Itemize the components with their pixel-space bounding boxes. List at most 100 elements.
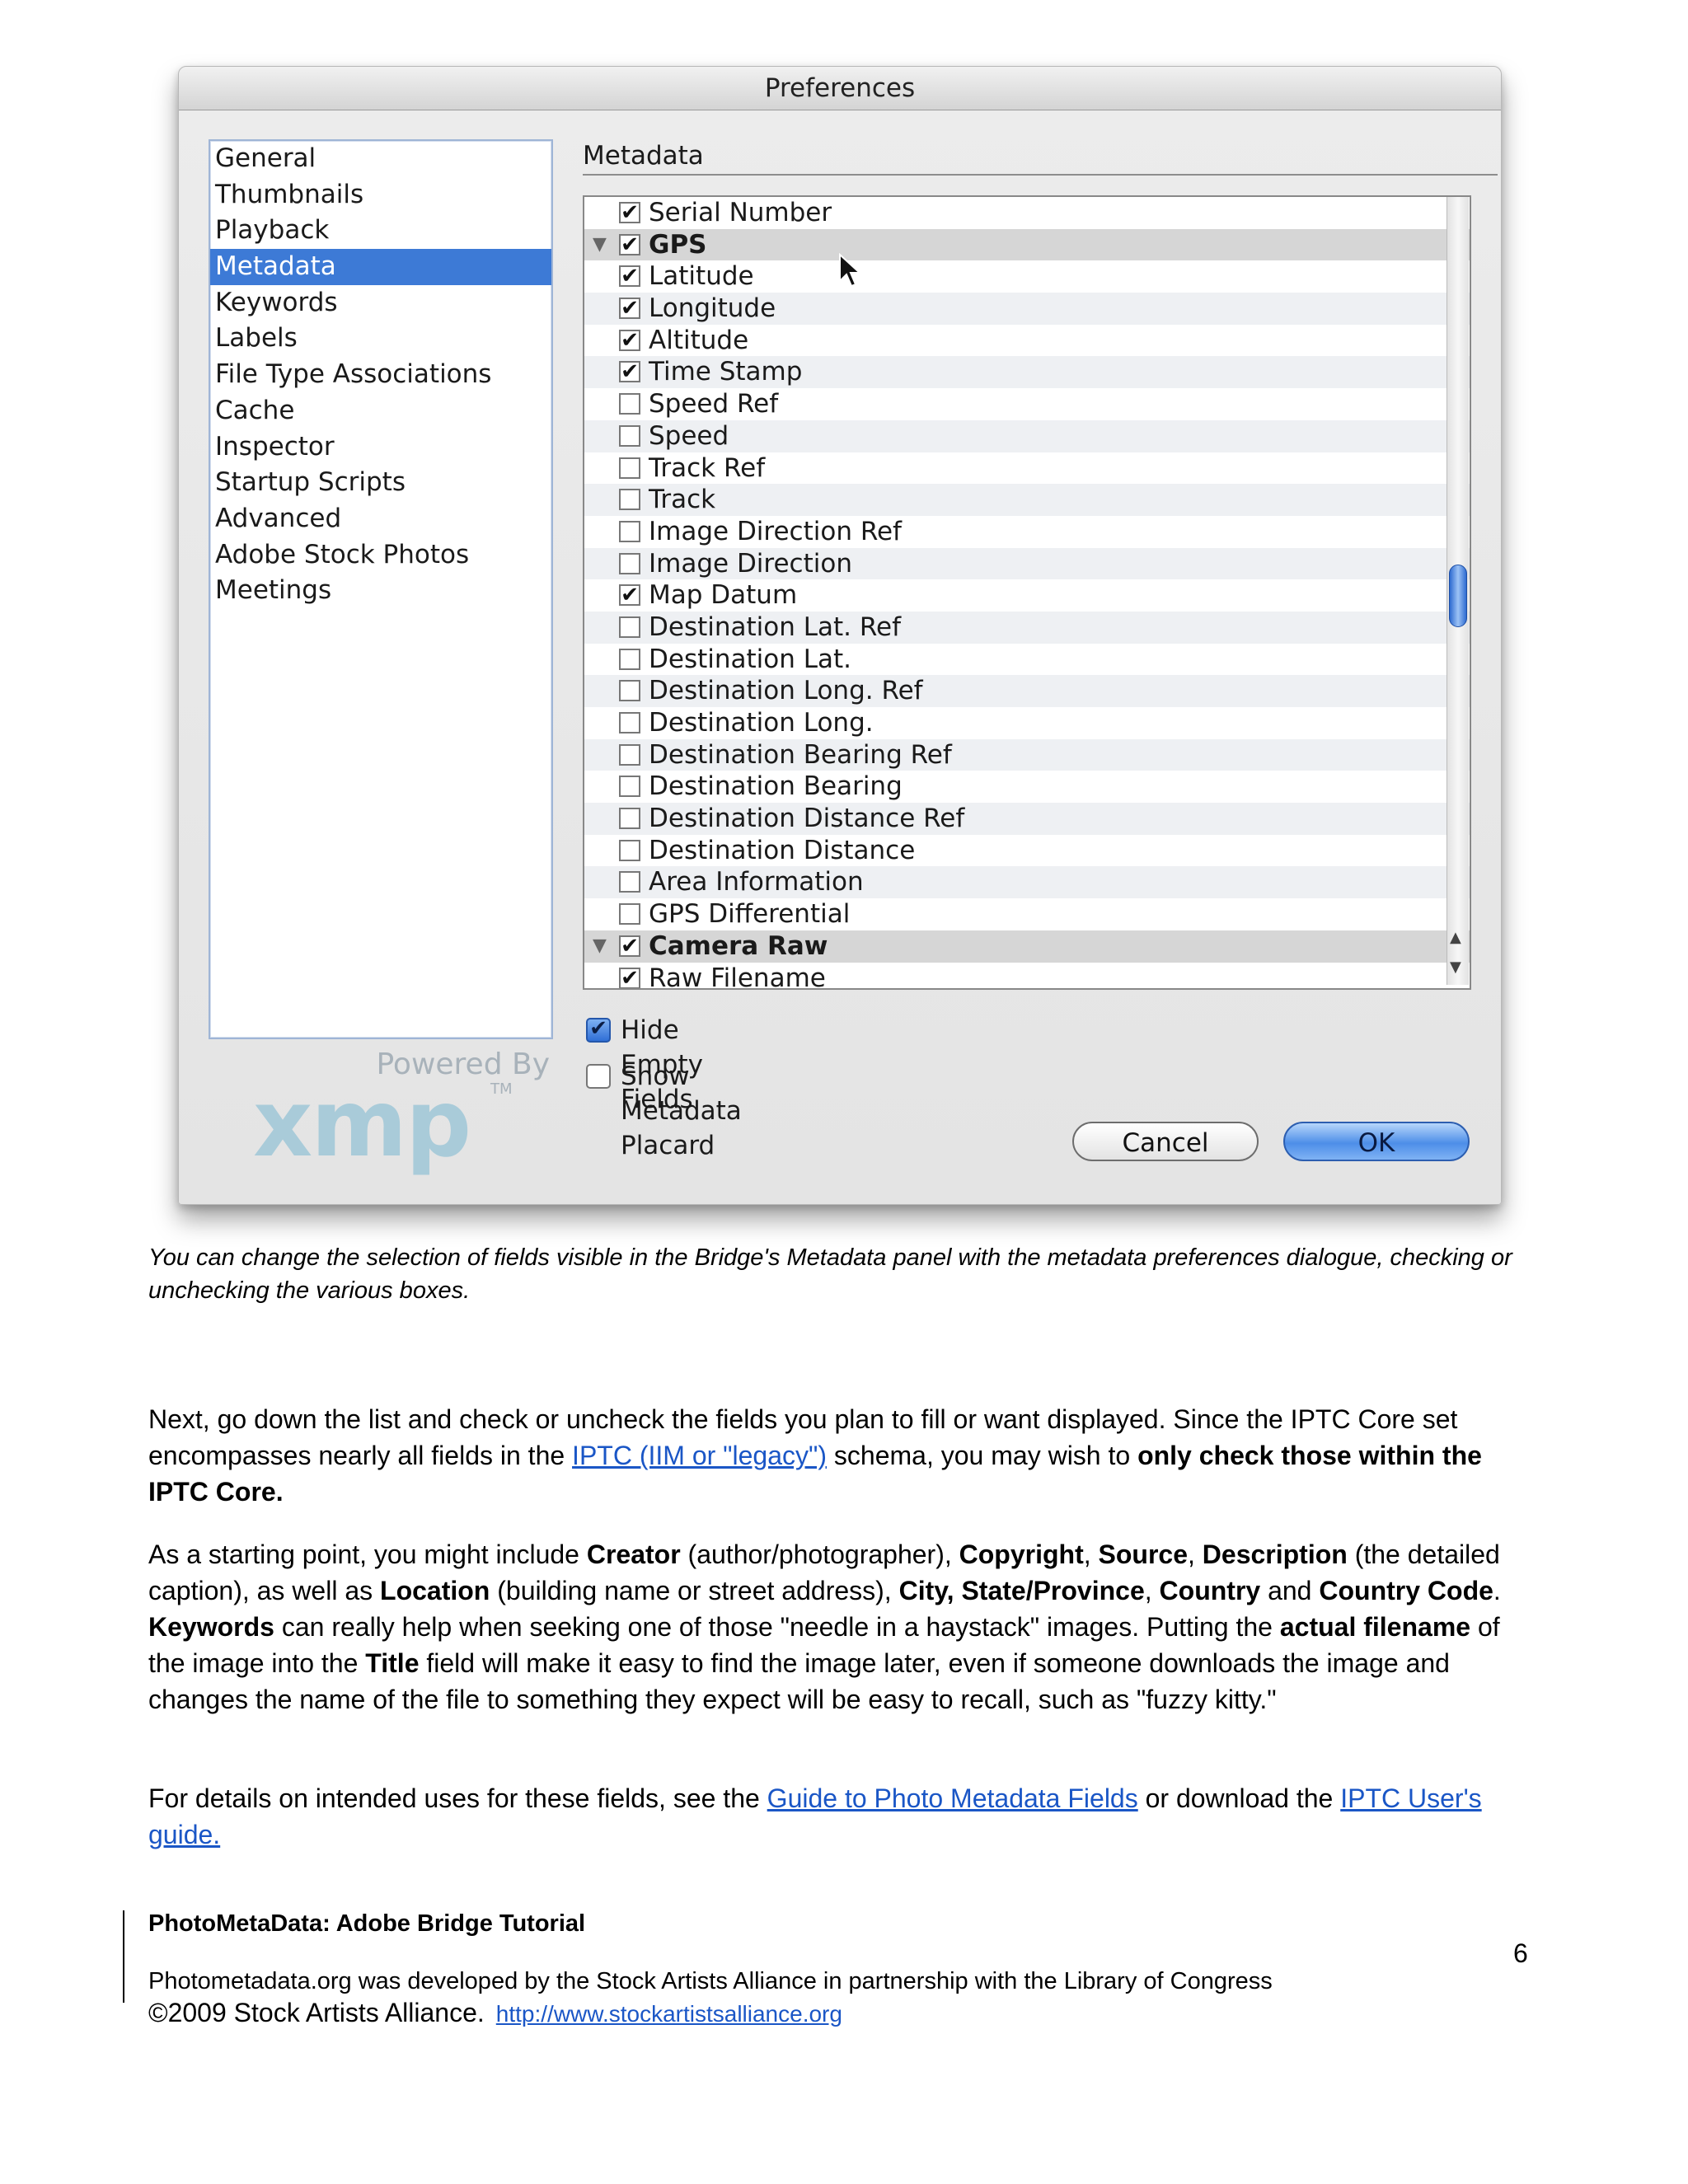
category-list[interactable]: General Thumbnails Playback Metadata Key…	[209, 139, 553, 1039]
hide-empty-fields-checkbox[interactable]: ✔	[586, 1018, 611, 1043]
metadata-field-list[interactable]: ✔ Serial Number ▼ ✔ GPS ✔ Latitude ✔ Longitude ✔ A…	[583, 195, 1471, 990]
field-row[interactable]: ✔ Serial Number	[584, 197, 1470, 229]
show-metadata-placard-checkbox[interactable]	[586, 1064, 611, 1089]
field-checkbox[interactable]	[619, 776, 640, 798]
field-row[interactable]: ✔ Map Datum	[584, 579, 1470, 612]
field-checkbox[interactable]	[619, 424, 640, 447]
bold-actual-filename: actual filename	[1279, 1612, 1471, 1642]
field-checkbox[interactable]: ✔	[619, 298, 640, 320]
field-row[interactable]: Destination Long. Ref	[584, 675, 1470, 707]
field-checkbox[interactable]: ✔	[619, 967, 640, 988]
field-row[interactable]: Destination Bearing Ref	[584, 738, 1470, 771]
field-row[interactable]: Destination Distance Ref	[584, 803, 1470, 835]
scroll-up-arrow-icon[interactable]: ▲	[1450, 929, 1461, 946]
text: or download the	[1137, 1783, 1341, 1813]
field-checkbox[interactable]	[619, 808, 640, 830]
field-row[interactable]: ✔ Altitude	[584, 325, 1470, 357]
category-item-inspector[interactable]: Inspector	[210, 429, 551, 466]
field-label: Destination Lat. Ref	[649, 612, 902, 642]
field-checkbox[interactable]	[619, 743, 640, 766]
scrollbar-thumb[interactable]	[1449, 565, 1467, 627]
field-checkbox[interactable]	[619, 616, 640, 638]
text: .	[1493, 1576, 1501, 1605]
guide-to-photo-metadata-fields-link[interactable]: Guide to Photo Metadata Fields	[767, 1783, 1138, 1813]
page-number: 6	[1513, 1938, 1528, 1968]
bold-city-state: City, State/Province	[898, 1576, 1145, 1605]
field-checkbox[interactable]	[619, 648, 640, 670]
text: ,	[1144, 1576, 1160, 1605]
category-item-startup-scripts[interactable]: Startup Scripts	[210, 465, 551, 501]
cancel-button[interactable]: Cancel	[1072, 1122, 1259, 1161]
field-label: Image Direction Ref	[649, 516, 902, 546]
category-item-metadata[interactable]: Metadata	[210, 249, 551, 285]
field-row[interactable]: Track	[584, 484, 1470, 516]
field-group-row[interactable]: ▼ ✔ GPS	[584, 228, 1470, 261]
field-checkbox[interactable]: ✔	[619, 584, 640, 607]
category-item-meetings[interactable]: Meetings	[210, 573, 551, 609]
field-row[interactable]: ✔ Raw Filename	[584, 963, 1470, 990]
disclosure-triangle-icon[interactable]: ▼	[593, 930, 612, 963]
field-checkbox[interactable]: ✔	[619, 265, 640, 288]
category-item-general[interactable]: General	[210, 141, 551, 177]
bold-creator: Creator	[586, 1540, 681, 1569]
category-item-file-type-associations[interactable]: File Type Associations	[210, 357, 551, 393]
ok-button[interactable]: OK	[1283, 1122, 1470, 1161]
field-label: Raw Filename	[649, 963, 826, 990]
field-checkbox[interactable]	[619, 712, 640, 733]
field-label: Serial Number	[649, 198, 832, 227]
field-row[interactable]: GPS Differential	[584, 898, 1470, 930]
heading-divider	[583, 174, 1498, 176]
field-checkbox[interactable]	[619, 871, 640, 893]
field-row[interactable]: Speed	[584, 419, 1470, 452]
category-item-keywords[interactable]: Keywords	[210, 285, 551, 321]
field-row[interactable]: Destination Long.	[584, 707, 1470, 739]
disclosure-triangle-icon[interactable]: ▼	[593, 229, 612, 261]
field-checkbox[interactable]: ✔	[619, 935, 640, 957]
field-checkbox[interactable]	[619, 393, 640, 415]
field-row[interactable]: ✔ Time Stamp	[584, 356, 1470, 389]
field-row[interactable]: ✔ Latitude	[584, 260, 1470, 293]
category-item-labels[interactable]: Labels	[210, 321, 551, 357]
xmp-wordmark: xmp	[253, 1071, 471, 1178]
category-item-playback[interactable]: Playback	[210, 213, 551, 249]
field-checkbox[interactable]	[619, 489, 640, 511]
field-checkbox[interactable]: ✔	[619, 329, 640, 351]
text: ,	[1188, 1540, 1203, 1569]
field-row[interactable]: Destination Lat.	[584, 644, 1470, 676]
category-item-cache[interactable]: Cache	[210, 393, 551, 429]
field-row[interactable]: Image Direction	[584, 547, 1470, 580]
category-item-thumbnails[interactable]: Thumbnails	[210, 177, 551, 213]
field-checkbox[interactable]	[619, 457, 640, 479]
field-label: GPS	[649, 229, 707, 260]
field-checkbox[interactable]: ✔	[619, 202, 640, 223]
field-row[interactable]: Destination Bearing	[584, 771, 1470, 803]
field-checkbox[interactable]: ✔	[619, 233, 640, 255]
field-row[interactable]: Speed Ref	[584, 388, 1470, 420]
field-label: GPS Differential	[649, 899, 851, 930]
show-metadata-placard-label: Show Metadata Placard	[621, 1062, 742, 1160]
field-label: Area Information	[649, 867, 864, 898]
field-checkbox[interactable]	[619, 839, 640, 861]
field-row[interactable]: Area Information	[584, 866, 1470, 899]
field-checkbox[interactable]	[619, 903, 640, 926]
category-item-advanced[interactable]: Advanced	[210, 501, 551, 537]
field-row[interactable]: Track Ref	[584, 452, 1470, 485]
field-row[interactable]: Destination Lat. Ref	[584, 611, 1470, 644]
scroll-down-arrow-icon[interactable]: ▼	[1450, 958, 1461, 976]
field-checkbox[interactable]	[619, 552, 640, 574]
stock-artists-alliance-link[interactable]: http://www.stockartistsalliance.org	[496, 2001, 842, 2027]
field-row[interactable]: Image Direction Ref	[584, 516, 1470, 548]
field-list-scrollbar[interactable]: ▲ ▼	[1447, 197, 1469, 985]
field-checkbox[interactable]	[619, 680, 640, 702]
iptc-legacy-link[interactable]: IPTC (IIM or "legacy")	[572, 1441, 827, 1470]
field-label: Speed Ref	[649, 389, 779, 419]
field-row[interactable]: ✔ Longitude	[584, 293, 1470, 325]
category-item-adobe-stock-photos[interactable]: Adobe Stock Photos	[210, 537, 551, 574]
text: (building name or street address),	[490, 1576, 899, 1605]
field-group-row[interactable]: ▼ ✔ Camera Raw	[584, 930, 1470, 963]
field-checkbox[interactable]	[619, 520, 640, 542]
footer-copyright: ©2009 Stock Artists Alliance. http://www.…	[148, 1998, 842, 2028]
field-checkbox[interactable]: ✔	[619, 361, 640, 383]
paragraph-details: For details on intended uses for these f…	[148, 1780, 1541, 1853]
field-row[interactable]: Destination Distance	[584, 835, 1470, 867]
